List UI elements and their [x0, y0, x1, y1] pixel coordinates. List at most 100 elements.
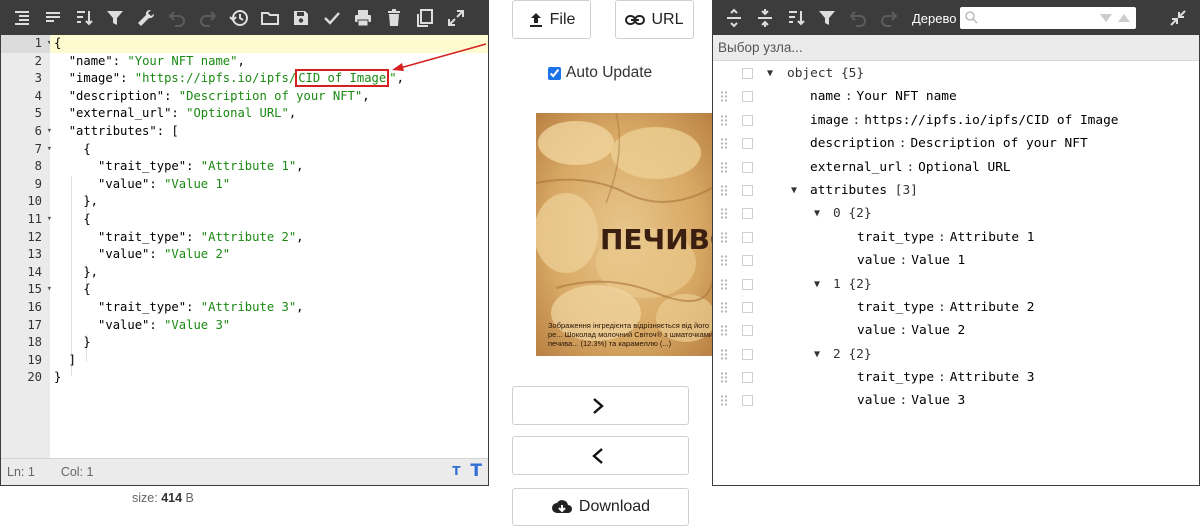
copy-icon[interactable]: [411, 4, 439, 32]
expanded-arrow-icon[interactable]: ▼: [814, 202, 820, 225]
format-icon[interactable]: [8, 4, 36, 32]
context-menu-icon[interactable]: [742, 231, 753, 243]
search-previous-icon[interactable]: [1118, 14, 1131, 22]
font-size-increase-icon[interactable]: T: [470, 461, 482, 481]
code-text[interactable]: { "name": "Your NFT name", "image": "htt…: [50, 35, 488, 459]
drag-handle-icon[interactable]: [720, 115, 728, 126]
drag-handle-icon[interactable]: [720, 348, 728, 360]
load-file-button[interactable]: File: [512, 0, 591, 39]
expanded-arrow-icon[interactable]: ▼: [767, 62, 773, 85]
line-number: 6 ▾: [1, 123, 52, 141]
tree-row-trait-type[interactable]: trait_type: Attribute 3: [713, 366, 1199, 389]
tree-row-description[interactable]: description: Description of your NFT: [713, 132, 1199, 155]
undo-icon[interactable]: [844, 4, 872, 32]
drag-handle-icon[interactable]: [720, 161, 728, 173]
sort-icon[interactable]: [782, 4, 810, 32]
sort-icon[interactable]: [70, 4, 98, 32]
context-menu-icon[interactable]: [742, 68, 753, 79]
tree-row-external-url[interactable]: external_url: Optional URL: [713, 156, 1199, 179]
tree-row-root[interactable]: ▼ object {5}: [713, 62, 1199, 85]
code-area[interactable]: 1▾ 2 3 4 5 6▾ 7▾ 8 9 10 11▾ 12 13 14 15▾…: [1, 35, 488, 459]
context-menu-icon[interactable]: [742, 208, 753, 220]
filter-icon[interactable]: [813, 4, 841, 32]
drag-handle-icon[interactable]: [720, 255, 728, 266]
drag-handle-icon[interactable]: [720, 138, 728, 149]
search-icon: [965, 11, 979, 24]
delete-trash-icon[interactable]: [380, 4, 408, 32]
redo-icon[interactable]: [194, 4, 222, 32]
expanded-arrow-icon[interactable]: ▼: [814, 343, 820, 366]
save-icon[interactable]: [287, 4, 315, 32]
drag-handle-icon[interactable]: [720, 325, 728, 336]
repair-wrench-icon[interactable]: [132, 4, 160, 32]
tree-row-value[interactable]: value: Value 2: [713, 319, 1199, 342]
expanded-arrow-icon[interactable]: ▼: [791, 179, 797, 202]
node-path-bar[interactable]: Выбор узла...: [713, 35, 1199, 61]
tree-row-value[interactable]: value: Value 3: [713, 389, 1199, 412]
json-editor-app: 1▾ 2 3 4 5 6▾ 7▾ 8 9 10 11▾ 12 13 14 15▾…: [0, 0, 1200, 529]
redo-icon[interactable]: [875, 4, 903, 32]
open-folder-icon[interactable]: [256, 4, 284, 32]
tree-row-trait-type[interactable]: trait_type: Attribute 2: [713, 296, 1199, 319]
preview-image: ПЕЧИВО Зображення інгредієнта відрізняєт…: [536, 113, 712, 356]
drag-handle-icon[interactable]: [720, 278, 728, 290]
tree-row-item-1[interactable]: ▼ 1 {2}: [713, 273, 1199, 296]
code-line: {: [54, 282, 91, 297]
line-number: 1▾: [1, 35, 52, 53]
context-menu-icon[interactable]: [742, 114, 753, 126]
context-menu-icon[interactable]: [742, 325, 753, 337]
code-toolbar: [1, 1, 488, 35]
drag-handle-icon[interactable]: [720, 185, 728, 196]
code-line: "external_url": "Optional URL",: [68, 106, 297, 121]
tree-row-image[interactable]: image: https://ipfs.io/ipfs/CID of Image: [713, 109, 1199, 132]
view-mode-label[interactable]: Дерево: [912, 11, 956, 26]
tree-row-item-2[interactable]: ▼ 2 {2}: [713, 343, 1199, 366]
history-icon[interactable]: [225, 4, 253, 32]
auto-update-checkbox[interactable]: [548, 66, 561, 80]
load-url-button[interactable]: URL: [615, 0, 694, 39]
tree-row-value[interactable]: value: Value 1: [713, 249, 1199, 272]
context-menu-icon[interactable]: [742, 278, 753, 290]
drag-handle-icon[interactable]: [720, 302, 728, 313]
fullscreen-expand-icon[interactable]: [442, 4, 470, 32]
tree-row-item-0[interactable]: ▼ 0 {2}: [713, 202, 1199, 225]
context-menu-icon[interactable]: [742, 348, 753, 360]
code-line: ]: [54, 352, 77, 367]
line-number: 19: [27, 352, 42, 367]
context-menu-icon[interactable]: [742, 91, 753, 103]
drag-handle-icon[interactable]: [720, 372, 728, 383]
undo-icon[interactable]: [163, 4, 191, 32]
download-button[interactable]: Download: [512, 488, 689, 526]
compact-icon[interactable]: [39, 4, 67, 32]
context-menu-icon[interactable]: [742, 255, 753, 267]
expand-all-icon[interactable]: [720, 4, 748, 32]
font-size-decrease-icon[interactable]: T: [452, 464, 460, 478]
context-menu-icon[interactable]: [742, 372, 753, 384]
copy-to-right-button[interactable]: [512, 386, 689, 425]
validate-check-icon[interactable]: [318, 4, 346, 32]
expanded-arrow-icon[interactable]: ▼: [814, 273, 820, 296]
tree-search-input[interactable]: [960, 7, 1137, 29]
drag-handle-icon[interactable]: [720, 395, 728, 407]
print-icon[interactable]: [349, 4, 377, 32]
code-line: "value": "Value 3": [98, 317, 231, 332]
collapse-all-icon[interactable]: [751, 4, 779, 32]
tree-row-attributes[interactable]: ▼ attributes [3]: [713, 179, 1199, 202]
search-next-icon[interactable]: [1100, 14, 1113, 22]
line-number-gutter: 1▾ 2 3 4 5 6▾ 7▾ 8 9 10 11▾ 12 13 14 15▾…: [1, 35, 52, 459]
drag-handle-icon[interactable]: [720, 232, 728, 243]
tree-row-trait-type[interactable]: trait_type: Attribute 1: [713, 226, 1199, 249]
context-menu-icon[interactable]: [742, 138, 753, 150]
tree-row-name[interactable]: name: Your NFT name: [713, 85, 1199, 108]
copy-to-left-button[interactable]: [512, 436, 689, 475]
auto-update-toggle[interactable]: Auto Update: [548, 64, 652, 82]
context-menu-icon[interactable]: [742, 161, 753, 173]
context-menu-icon[interactable]: [742, 395, 753, 407]
drag-handle-icon[interactable]: [720, 208, 728, 220]
drag-handle-icon[interactable]: [720, 91, 728, 103]
context-menu-icon[interactable]: [742, 301, 753, 313]
code-line: {: [54, 211, 91, 226]
filter-icon[interactable]: [101, 4, 129, 32]
fullscreen-collapse-icon[interactable]: [1164, 4, 1192, 32]
context-menu-icon[interactable]: [742, 184, 753, 196]
